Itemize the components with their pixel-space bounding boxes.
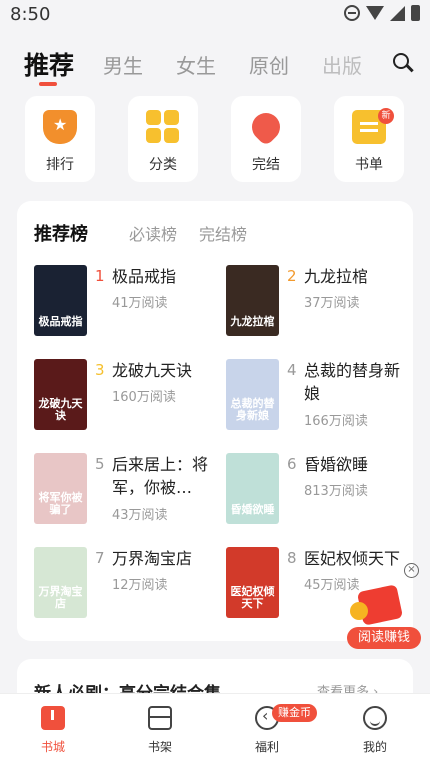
- book-title[interactable]: 九龙拉棺: [304, 265, 409, 288]
- ranking-card: 推荐榜 必读榜 完结榜 极品戒指 1 极品戒指 41万阅读 九龙拉棺 2 九龙拉棺 37万阅读…: [17, 201, 413, 641]
- coin-icon: [350, 602, 368, 620]
- quick-nav-category[interactable]: 分类: [128, 96, 198, 182]
- tab-male[interactable]: 男生: [103, 50, 143, 79]
- cover-title: 昏婚欲睡: [230, 503, 275, 516]
- book-item[interactable]: 昏婚欲睡 6 昏婚欲睡 813万阅读: [226, 453, 416, 533]
- cover-title: 万界淘宝店: [38, 585, 83, 610]
- signal-icon: [390, 5, 405, 21]
- read-count: 166万阅读: [304, 414, 368, 429]
- wifi-icon: [366, 6, 384, 20]
- tabbar-bookstore[interactable]: 书城: [23, 706, 83, 755]
- rank-number: 5: [95, 455, 105, 473]
- earn-coins-badge: 赚金币: [272, 704, 317, 722]
- bottom-tabbar: 书城 书架 福利 赚金币 我的: [0, 693, 430, 765]
- book-title[interactable]: 万界淘宝店: [112, 547, 217, 570]
- tabbar-mine[interactable]: 我的: [345, 706, 405, 755]
- book-cover[interactable]: 九龙拉棺: [226, 265, 279, 336]
- book-cover[interactable]: 总裁的替身新娘: [226, 359, 279, 430]
- quick-nav-completed[interactable]: 完结: [231, 96, 301, 182]
- tab-completed-rank[interactable]: 完结榜: [199, 221, 247, 245]
- tabbar-label: 书架: [147, 740, 172, 754]
- rank-number: 3: [95, 361, 105, 379]
- rank-number: 6: [287, 455, 297, 473]
- rocket-icon: [246, 107, 286, 147]
- read-count: 813万阅读: [304, 484, 368, 499]
- read-earn-button[interactable]: 阅读赚钱: [347, 627, 421, 649]
- tab-female[interactable]: 女生: [176, 50, 216, 79]
- status-icons: [344, 5, 420, 21]
- red-envelope-icon[interactable]: [350, 584, 410, 628]
- book-item[interactable]: 极品戒指 1 极品戒指 41万阅读: [34, 265, 224, 345]
- book-cover[interactable]: 万界淘宝店: [34, 547, 87, 618]
- bookstore-icon: [41, 706, 65, 730]
- battery-icon: [411, 5, 420, 21]
- read-count: 160万阅读: [112, 390, 176, 405]
- book-item[interactable]: 九龙拉棺 2 九龙拉棺 37万阅读: [226, 265, 416, 345]
- cover-title: 医妃权倾天下: [230, 585, 275, 610]
- rank-number: 7: [95, 549, 105, 567]
- grid-icon: [146, 110, 180, 144]
- read-count: 41万阅读: [112, 296, 168, 311]
- quick-nav-label: 书单: [355, 157, 383, 173]
- rank-number: 4: [287, 361, 297, 379]
- active-tab-indicator: [39, 82, 57, 86]
- close-icon[interactable]: ×: [404, 563, 419, 578]
- quick-nav-rank[interactable]: 排行: [25, 96, 95, 182]
- quick-nav-label: 分类: [149, 157, 177, 173]
- tab-original[interactable]: 原创: [249, 50, 289, 79]
- book-cover[interactable]: 龙破九天诀: [34, 359, 87, 430]
- book-item[interactable]: 总裁的替身新娘 4 总裁的替身新娘 166万阅读: [226, 359, 416, 439]
- tab-must-read-rank[interactable]: 必读榜: [129, 221, 177, 245]
- read-count: 43万阅读: [112, 508, 168, 523]
- book-title[interactable]: 后来居上：将军，你被…: [112, 453, 217, 499]
- cover-title: 极品戒指: [38, 315, 83, 328]
- search-button[interactable]: [393, 53, 414, 75]
- tab-recommend[interactable]: 推荐: [24, 46, 74, 82]
- tabbar-label: 福利: [254, 740, 279, 754]
- rank-number: 2: [287, 267, 297, 285]
- cover-title: 总裁的替身新娘: [230, 397, 275, 422]
- book-item[interactable]: 将军你被骗了 5 后来居上：将军，你被… 43万阅读: [34, 453, 224, 533]
- quick-nav-booklist[interactable]: 新 书单: [334, 96, 404, 182]
- book-item[interactable]: 万界淘宝店 7 万界淘宝店 12万阅读: [34, 547, 224, 627]
- book-title[interactable]: 医妃权倾天下: [304, 547, 409, 570]
- book-title[interactable]: 总裁的替身新娘: [304, 359, 409, 405]
- quick-nav-label: 完结: [252, 157, 280, 173]
- channel-tabs: 推荐 男生 女生 原创 出版: [0, 40, 430, 90]
- tab-recommend-rank[interactable]: 推荐榜: [34, 220, 88, 246]
- tabbar-label: 我的: [362, 740, 387, 754]
- profile-icon: [363, 706, 387, 730]
- bookshelf-icon: [148, 706, 172, 730]
- book-title[interactable]: 极品戒指: [112, 265, 217, 288]
- book-cover[interactable]: 医妃权倾天下: [226, 547, 279, 618]
- do-not-disturb-icon: [344, 5, 360, 21]
- book-item[interactable]: 龙破九天诀 3 龙破九天诀 160万阅读: [34, 359, 224, 439]
- book-cover[interactable]: 昏婚欲睡: [226, 453, 279, 524]
- book-title[interactable]: 昏婚欲睡: [304, 453, 409, 476]
- book-cover[interactable]: 极品戒指: [34, 265, 87, 336]
- quick-nav-label: 排行: [46, 157, 74, 173]
- trophy-icon: [43, 110, 77, 144]
- tab-publish[interactable]: 出版: [322, 50, 364, 79]
- book-cover[interactable]: 将军你被骗了: [34, 453, 87, 524]
- read-count: 37万阅读: [304, 296, 360, 311]
- quick-nav: 排行 分类 完结 新 书单: [0, 96, 430, 188]
- book-title[interactable]: 龙破九天诀: [112, 359, 217, 382]
- cover-title: 龙破九天诀: [38, 397, 83, 422]
- read-count: 12万阅读: [112, 578, 168, 593]
- cover-title: 将军你被骗了: [38, 491, 83, 516]
- tabbar-bookshelf[interactable]: 书架: [130, 706, 190, 755]
- status-time: 8:50: [10, 4, 51, 25]
- new-badge: 新: [378, 108, 394, 124]
- status-bar: 8:50: [0, 0, 430, 30]
- rank-number: 1: [95, 267, 105, 285]
- tabbar-label: 书城: [40, 740, 65, 754]
- rank-number: 8: [287, 549, 297, 567]
- cover-title: 九龙拉棺: [230, 315, 275, 328]
